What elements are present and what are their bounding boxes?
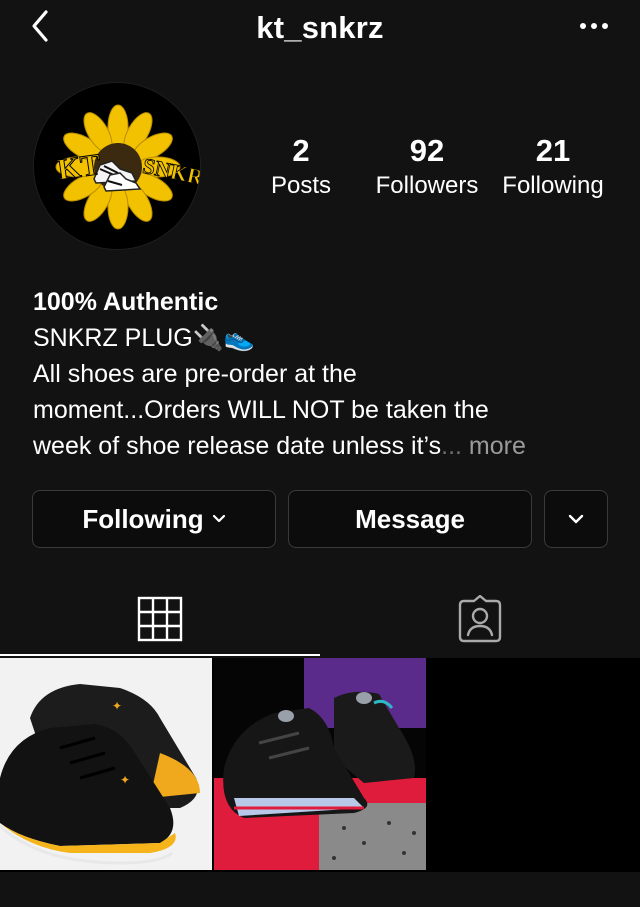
followers-count[interactable]: 92 Followers xyxy=(368,132,486,202)
followers-count-value: 92 xyxy=(409,133,445,168)
posts-count-value: 2 xyxy=(292,133,310,168)
bio-line-1: SNKRZ PLUG🔌👟 xyxy=(33,320,613,356)
tab-tagged[interactable] xyxy=(320,582,640,656)
top-nav-bar: kt_snkrz xyxy=(0,0,640,56)
profile-bio: 100% Authentic SNKRZ PLUG🔌👟 All shoes ar… xyxy=(33,284,613,464)
profile-avatar[interactable]: KT SNKRZ xyxy=(33,82,201,250)
svg-text:✦: ✦ xyxy=(112,699,122,713)
more-options-button[interactable] xyxy=(574,14,614,38)
following-count-label: Following xyxy=(502,172,604,199)
bio-name: 100% Authentic xyxy=(33,288,219,316)
message-button-label: Message xyxy=(355,503,465,534)
post-thumbnail-1[interactable]: ✦ ✦ xyxy=(0,658,212,870)
bio-ellipsis: ... xyxy=(441,432,462,460)
posts-count-label: Posts xyxy=(270,172,332,199)
more-horizontal-icon xyxy=(580,23,608,29)
tagged-person-icon xyxy=(458,595,502,643)
bio-line-1-text: SNKRZ PLUG xyxy=(33,324,193,352)
following-button[interactable]: Following xyxy=(32,490,276,548)
grid-icon xyxy=(137,596,183,642)
avatar-text-kt: KT xyxy=(55,148,103,187)
posts-count: 2 Posts xyxy=(262,132,340,202)
svg-text:✦: ✦ xyxy=(120,773,130,787)
bio-line-4-text: week of shoe release date unless it’s xyxy=(33,432,442,460)
suggested-accounts-button[interactable] xyxy=(544,490,608,548)
tab-posts-grid[interactable] xyxy=(0,582,320,656)
profile-page: kt_snkrz KT SNKRZ 2 Posts 92 Followers 2… xyxy=(0,0,640,907)
yellow-black-sneaker-image: ✦ ✦ xyxy=(0,658,212,870)
chevron-down-icon xyxy=(568,514,584,524)
bio-line-2: All shoes are pre-order at the xyxy=(33,360,357,388)
profile-username: kt_snkrz xyxy=(256,10,384,45)
plug-sneaker-emoji: 🔌👟 xyxy=(192,324,256,352)
following-button-label: Following xyxy=(82,503,204,534)
posts-grid: ✦ ✦ xyxy=(0,658,640,872)
message-button[interactable]: Message xyxy=(288,490,532,548)
sunflower-sneaker-logo: KT SNKRZ xyxy=(34,83,200,249)
active-tab-indicator xyxy=(0,654,320,656)
following-count-value: 21 xyxy=(535,133,571,168)
bio-line-3: moment...Orders WILL NOT be taken the xyxy=(33,396,489,424)
chevron-down-icon xyxy=(212,514,225,523)
bottom-spacer xyxy=(0,872,640,907)
profile-tabs xyxy=(0,582,640,656)
bio-more-link[interactable]: more xyxy=(469,432,526,460)
followers-count-label: Followers xyxy=(375,172,479,199)
following-count[interactable]: 21 Following xyxy=(496,132,610,202)
bio-line-4: week of shoe release date unless it’s...… xyxy=(33,428,613,464)
post-thumbnail-2[interactable] xyxy=(214,658,426,870)
grape-sneaker-image xyxy=(214,658,426,870)
